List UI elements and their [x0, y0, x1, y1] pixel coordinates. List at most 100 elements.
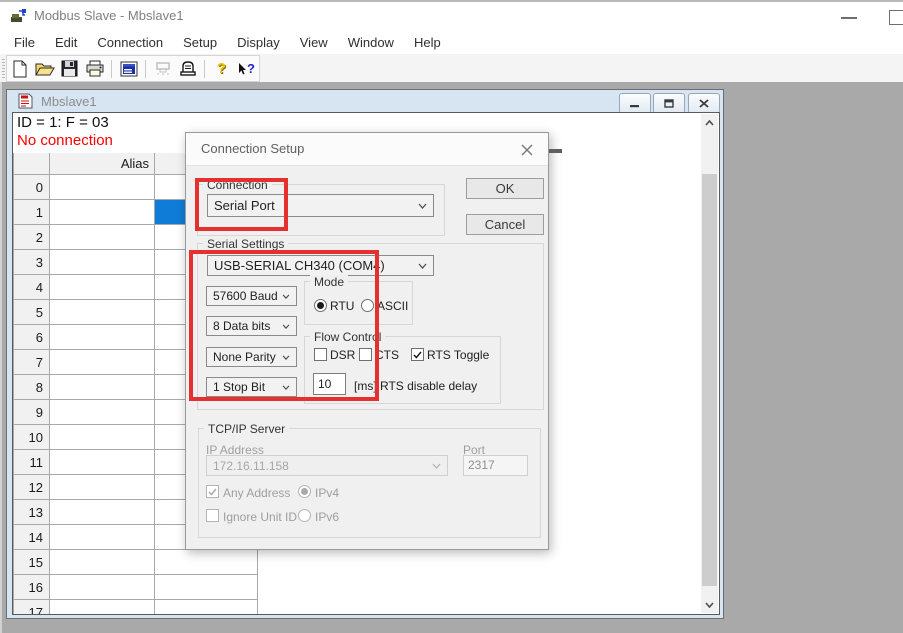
help-button[interactable]: ? — [210, 58, 233, 80]
open-document-button[interactable] — [33, 58, 56, 80]
child-close-icon — [699, 99, 709, 108]
any-address-checkbox — [206, 485, 219, 498]
value-cell-16[interactable] — [155, 575, 258, 600]
tcp-port-input: 2317 — [463, 455, 528, 476]
print-icon — [85, 60, 105, 77]
alias-cell-12[interactable] — [50, 475, 155, 500]
child-minimize-button[interactable] — [619, 93, 651, 114]
row-header-10[interactable]: 10 — [13, 425, 50, 450]
alias-cell-16[interactable] — [50, 575, 155, 600]
toolbar-separator — [145, 60, 146, 78]
value-cell-15[interactable] — [155, 550, 258, 575]
alias-cell-3[interactable] — [50, 250, 155, 275]
row-header-2[interactable]: 2 — [13, 225, 50, 250]
close-icon — [521, 144, 533, 156]
row-header-15[interactable]: 15 — [13, 550, 50, 575]
alias-cell-7[interactable] — [50, 350, 155, 375]
dialog-title: Connection Setup — [201, 141, 304, 156]
stray-mark — [549, 149, 562, 153]
ignore-unit-id-checkbox — [206, 509, 219, 522]
menu-edit[interactable]: Edit — [45, 32, 87, 53]
annotation-rect-serial-settings — [189, 250, 379, 401]
value-cell-17[interactable] — [155, 600, 258, 615]
row-header-8[interactable]: 8 — [13, 375, 50, 400]
ignore-unit-id-label: Ignore Unit ID — [223, 510, 297, 524]
dialog-titlebar[interactable]: Connection Setup — [186, 133, 548, 166]
any-address-label: Any Address — [223, 486, 290, 500]
context-help-button[interactable]: ? — [235, 58, 258, 80]
check-icon — [413, 351, 422, 359]
row-header-16[interactable]: 16 — [13, 575, 50, 600]
help-icon: ? — [217, 60, 226, 77]
toolbar-grip[interactable] — [2, 57, 5, 78]
chevron-down-icon — [432, 463, 441, 469]
open-document-icon — [35, 61, 55, 77]
row-header-12[interactable]: 12 — [13, 475, 50, 500]
alias-cell-5[interactable] — [50, 300, 155, 325]
menu-bar: File Edit Connection Setup Display View … — [0, 30, 903, 54]
ipv6-label: IPv6 — [315, 510, 339, 524]
scroll-up-icon[interactable] — [701, 114, 718, 131]
scroll-down-icon[interactable] — [701, 596, 718, 613]
menu-display[interactable]: Display — [227, 32, 290, 53]
row-header-4[interactable]: 4 — [13, 275, 50, 300]
scrollbar-thumb[interactable] — [702, 174, 717, 586]
child-titlebar[interactable]: Mbslave1 — [7, 90, 723, 112]
document-icon — [18, 93, 34, 109]
row-header-1[interactable]: 1 — [13, 200, 50, 225]
alias-column-header[interactable]: Alias — [50, 153, 155, 175]
alias-cell-4[interactable] — [50, 275, 155, 300]
alias-cell-17[interactable] — [50, 600, 155, 615]
ascii-label: ASCII — [377, 299, 408, 313]
new-document-button[interactable] — [8, 58, 31, 80]
row-header-9[interactable]: 9 — [13, 400, 50, 425]
alias-cell-15[interactable] — [50, 550, 155, 575]
ip-address-value: 172.16.11.158 — [213, 459, 289, 473]
alias-cell-9[interactable] — [50, 400, 155, 425]
alias-cell-14[interactable] — [50, 525, 155, 550]
row-header-13[interactable]: 13 — [13, 500, 50, 525]
menu-connection[interactable]: Connection — [87, 32, 173, 53]
alias-cell-11[interactable] — [50, 450, 155, 475]
alias-cell-6[interactable] — [50, 325, 155, 350]
row-header-6[interactable]: 6 — [13, 325, 50, 350]
alias-cell-10[interactable] — [50, 425, 155, 450]
device-definition-button[interactable] — [176, 58, 199, 80]
row-header-14[interactable]: 14 — [13, 525, 50, 550]
row-header-3[interactable]: 3 — [13, 250, 50, 275]
menu-window[interactable]: Window — [338, 32, 404, 53]
alias-cell-1[interactable] — [50, 200, 155, 225]
menu-file[interactable]: File — [4, 32, 45, 53]
rts-toggle-checkbox[interactable] — [411, 348, 424, 361]
vertical-scrollbar[interactable] — [701, 114, 718, 613]
alias-cell-8[interactable] — [50, 375, 155, 400]
maximize-button[interactable] — [889, 10, 903, 25]
communication-log-button-disabled — [151, 58, 174, 80]
row-header-5[interactable]: 5 — [13, 300, 50, 325]
row-header-7[interactable]: 7 — [13, 350, 50, 375]
alias-cell-2[interactable] — [50, 225, 155, 250]
device-definition-icon — [179, 60, 197, 77]
row-header-11[interactable]: 11 — [13, 450, 50, 475]
dialog-close-button[interactable] — [519, 142, 535, 158]
new-document-icon — [12, 60, 28, 78]
menu-view[interactable]: View — [290, 32, 338, 53]
row-header-17[interactable]: 17 — [13, 600, 50, 615]
ok-button[interactable]: OK — [466, 178, 544, 199]
minimize-button[interactable] — [841, 17, 857, 19]
display-setup-button[interactable] — [117, 58, 140, 80]
alias-cell-0[interactable] — [50, 175, 155, 200]
child-close-button[interactable] — [688, 93, 720, 114]
chevron-down-icon — [418, 263, 427, 269]
save-document-icon — [61, 60, 78, 77]
alias-cell-13[interactable] — [50, 500, 155, 525]
grid-row-15: 15 — [13, 550, 258, 575]
cancel-button[interactable]: Cancel — [466, 214, 544, 235]
row-header-0[interactable]: 0 — [13, 175, 50, 200]
print-button[interactable] — [83, 58, 106, 80]
menu-help[interactable]: Help — [404, 32, 451, 53]
save-document-button[interactable] — [58, 58, 81, 80]
child-restore-button[interactable] — [653, 93, 685, 114]
context-help-question-icon: ? — [247, 61, 255, 76]
menu-setup[interactable]: Setup — [173, 32, 227, 53]
